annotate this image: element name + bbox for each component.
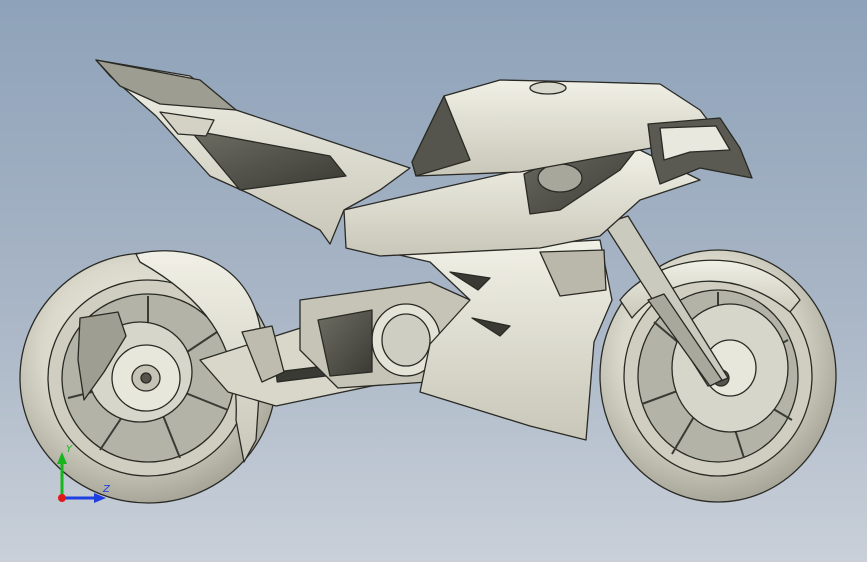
front-shock-absorber	[537, 163, 583, 193]
origin-dot	[58, 494, 66, 502]
cad-graphics-viewport[interactable]	[0, 0, 867, 562]
tail-fin	[95, 59, 237, 111]
motorcycle-model[interactable]	[19, 59, 837, 504]
y-axis-label: Y	[66, 444, 73, 455]
fuel-cap	[529, 81, 567, 95]
coordinate-triad: Z Y	[57, 444, 111, 503]
x-axis-label: Z	[102, 484, 111, 495]
